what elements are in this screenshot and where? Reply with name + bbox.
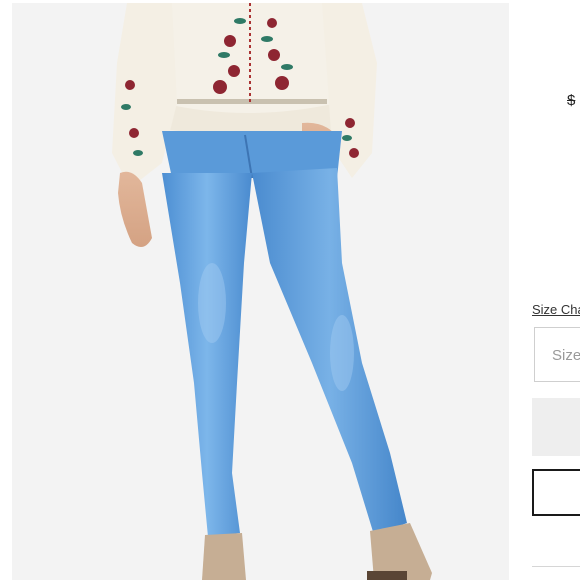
size-select-placeholder: Size [552,347,580,364]
add-to-bag-button[interactable] [532,469,580,516]
size-select[interactable]: Size [534,327,580,382]
product-price: $ [567,92,576,109]
divider [532,566,580,567]
product-image[interactable] [12,3,509,580]
quantity-field[interactable] [532,398,580,456]
product-page: $ Size Chart Size [0,0,580,580]
size-chart-link[interactable]: Size Chart [532,302,580,317]
